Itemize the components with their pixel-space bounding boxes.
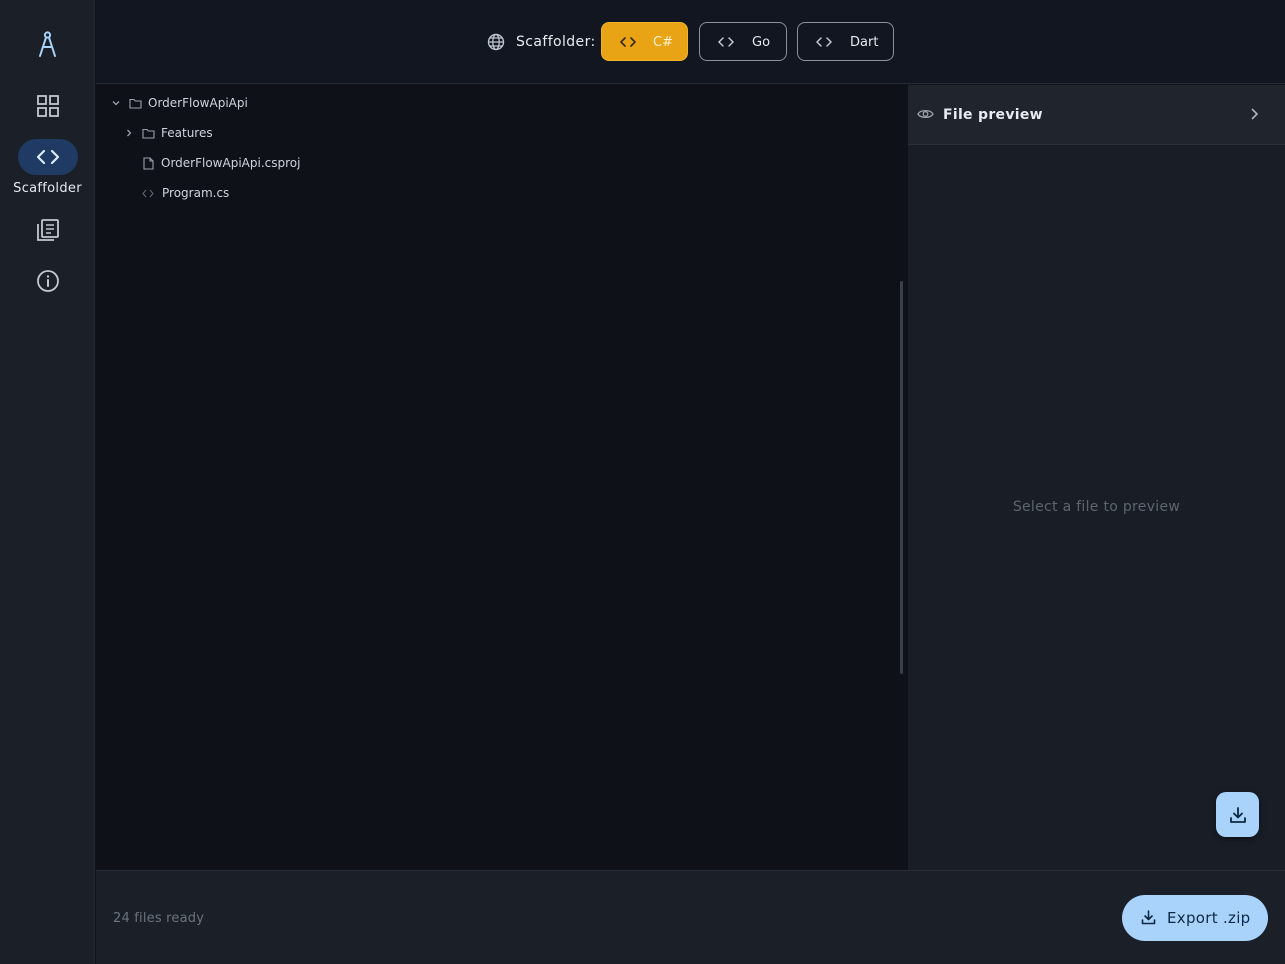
language-button-csharp[interactable]: C#: [601, 22, 688, 61]
nav-item-info[interactable]: [0, 263, 95, 299]
export-label: Export .zip: [1167, 909, 1251, 927]
file-icon: [143, 156, 154, 170]
info-icon: [18, 263, 78, 299]
language-label: Go: [752, 35, 771, 50]
chevron-down-icon[interactable]: [111, 98, 121, 108]
tree-item-label: OrderFlowApiApi.csproj: [161, 156, 301, 170]
globe-icon: [487, 33, 505, 51]
nav-rail: Scaffolder: [0, 0, 95, 964]
status-text: 24 files ready: [113, 911, 205, 926]
tree-file-csproj[interactable]: OrderFlowApiApi.csproj: [143, 153, 300, 173]
download-icon: [1229, 806, 1246, 823]
compass-icon[interactable]: [35, 30, 60, 58]
tree-scrollbar[interactable]: [900, 281, 903, 674]
tree-folder-features[interactable]: Features: [124, 123, 213, 143]
preview-placeholder: Select a file to preview: [1012, 499, 1181, 515]
language-button-dart[interactable]: Dart: [797, 22, 894, 61]
code-icon: [142, 189, 154, 197]
nav-item-label: Scaffolder: [13, 181, 82, 196]
export-zip-button[interactable]: Export .zip: [1122, 895, 1268, 941]
language-label: Dart: [850, 35, 879, 50]
chevron-right-icon[interactable]: [1249, 107, 1259, 121]
top-bar: Scaffolder: C# Go Dart: [96, 0, 1285, 84]
eye-icon: [917, 109, 934, 119]
tree-item-label: Program.cs: [162, 186, 230, 200]
download-button[interactable]: [1216, 792, 1259, 837]
code-icon: [620, 37, 636, 47]
preview-title: File preview: [943, 107, 1043, 123]
chevron-right-icon[interactable]: [124, 128, 134, 138]
code-icon: [816, 37, 832, 47]
scaffolder-label: Scaffolder:: [516, 34, 596, 50]
footer-bar: 24 files ready Export .zip: [96, 870, 1285, 964]
nav-item-dashboard[interactable]: [0, 88, 95, 124]
nav-item-scaffolder[interactable]: Scaffolder: [0, 139, 95, 196]
library-icon: [18, 212, 78, 248]
download-icon: [1141, 910, 1156, 925]
tree-item-label: Features: [161, 126, 213, 140]
language-button-go[interactable]: Go: [699, 22, 787, 61]
folder-icon: [142, 128, 155, 139]
grid-icon: [18, 88, 78, 124]
code-icon: [17, 139, 78, 175]
preview-header[interactable]: File preview: [908, 85, 1285, 145]
tree-item-label: OrderFlowApiApi: [148, 96, 248, 110]
nav-item-library[interactable]: [0, 212, 95, 248]
folder-icon: [129, 98, 142, 109]
language-label: C#: [653, 35, 673, 50]
code-icon: [718, 37, 734, 47]
file-tree: OrderFlowApiApi Features OrderFlowApiApi…: [96, 85, 908, 870]
tree-folder-root[interactable]: OrderFlowApiApi: [111, 93, 248, 113]
preview-pane: File preview Select a file to preview: [908, 85, 1285, 870]
tree-file-program[interactable]: Program.cs: [142, 183, 229, 203]
